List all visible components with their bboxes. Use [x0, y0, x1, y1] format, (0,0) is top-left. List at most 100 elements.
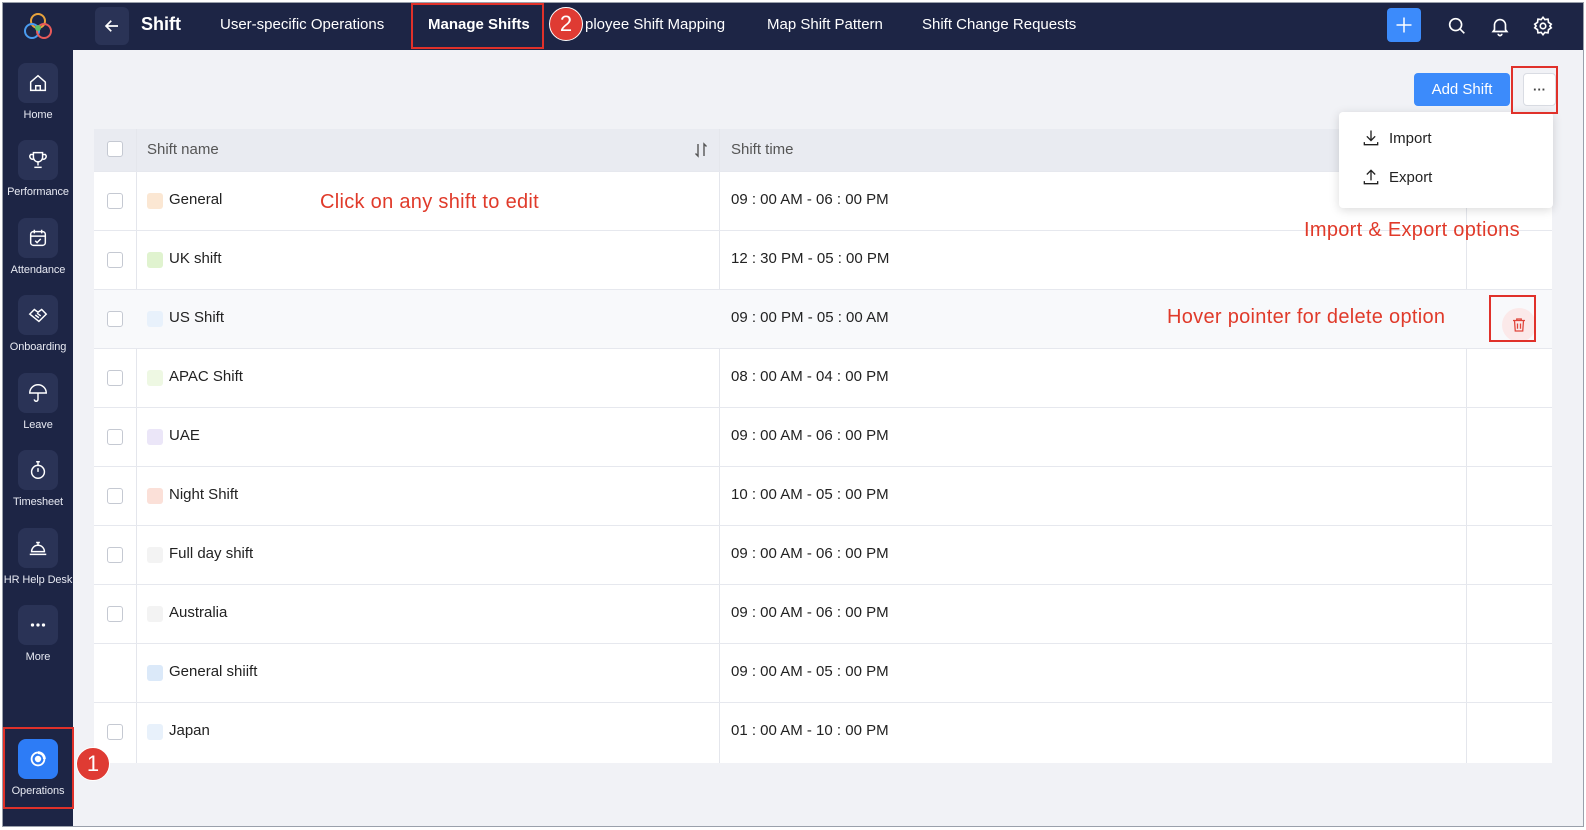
- sidebar-item-label: Timesheet: [12, 496, 64, 508]
- home-icon: [29, 74, 47, 92]
- annotation-delete-note: Hover pointer for delete option: [1167, 306, 1446, 328]
- sidebar-item-label: Performance: [7, 186, 69, 198]
- export-label: Export: [1389, 168, 1433, 186]
- table-row[interactable]: Night Shift 10 : 00 AM - 05 : 00 PM: [94, 466, 1552, 525]
- row-checkbox[interactable]: [107, 429, 123, 445]
- search-icon[interactable]: [1446, 15, 1468, 37]
- row-checkbox[interactable]: [107, 311, 123, 327]
- sidebar-item-hr-help-desk[interactable]: HR Help Desk: [3, 528, 73, 598]
- sidebar-item-timesheet[interactable]: Timesheet: [3, 450, 73, 520]
- sidebar: Home Performance Attendance Onboarding L…: [3, 3, 73, 826]
- sidebar-item-home[interactable]: Home: [3, 63, 73, 133]
- stopwatch-icon: [30, 461, 46, 479]
- table-row[interactable]: Full day shift 09 : 00 AM - 06 : 00 PM: [94, 525, 1552, 584]
- plus-icon: [1396, 17, 1412, 33]
- row-checkbox[interactable]: [107, 193, 123, 209]
- quick-add-button[interactable]: [1387, 8, 1421, 42]
- sidebar-item-label: Onboarding: [9, 341, 67, 353]
- shift-color-swatch: [147, 724, 163, 740]
- shift-name[interactable]: UAE: [169, 427, 200, 444]
- shift-color-swatch: [147, 193, 163, 209]
- table-row[interactable]: APAC Shift 08 : 00 AM - 04 : 00 PM: [94, 348, 1552, 407]
- table-row[interactable]: Japan 01 : 00 AM - 10 : 00 PM: [94, 702, 1552, 761]
- shift-name[interactable]: APAC Shift: [169, 368, 243, 385]
- trophy-icon: [29, 151, 47, 169]
- shift-name[interactable]: Full day shift: [169, 545, 253, 562]
- sidebar-item-attendance[interactable]: Attendance: [3, 218, 73, 288]
- table-row[interactable]: Australia 09 : 00 AM - 06 : 00 PM: [94, 584, 1552, 643]
- shift-time: 10 : 00 AM - 05 : 00 PM: [731, 486, 889, 503]
- download-icon: [1363, 130, 1379, 146]
- annotation-edit-note: Click on any shift to edit: [320, 191, 540, 213]
- shift-time: 09 : 00 AM - 05 : 00 PM: [731, 663, 889, 680]
- highlight-operations: [3, 727, 74, 809]
- sidebar-item-label: Attendance: [10, 264, 66, 276]
- bell-icon[interactable]: [1489, 15, 1511, 37]
- select-all-checkbox[interactable]: [107, 141, 123, 157]
- tab-shift-change-requests[interactable]: Shift Change Requests: [922, 16, 1076, 33]
- tab-map-shift-pattern[interactable]: Map Shift Pattern: [767, 16, 883, 33]
- row-checkbox[interactable]: [107, 488, 123, 504]
- shift-name[interactable]: Night Shift: [169, 486, 238, 503]
- row-checkbox[interactable]: [107, 724, 123, 740]
- page-title: Shift: [141, 14, 181, 34]
- shift-time: 09 : 00 AM - 06 : 00 PM: [731, 604, 889, 621]
- step-badge-1: 1: [76, 747, 110, 781]
- table-row[interactable]: General shiift 09 : 00 AM - 05 : 00 PM: [94, 643, 1552, 702]
- shift-time: 01 : 00 AM - 10 : 00 PM: [731, 722, 889, 739]
- umbrella-icon: [29, 384, 47, 402]
- shift-name[interactable]: Australia: [169, 604, 227, 621]
- shift-time: 09 : 00 PM - 05 : 00 AM: [731, 309, 889, 326]
- column-header-shift-name[interactable]: Shift name: [147, 141, 219, 158]
- sidebar-item-leave[interactable]: Leave: [3, 373, 73, 443]
- row-checkbox[interactable]: [107, 252, 123, 268]
- export-menu-item[interactable]: Export: [1361, 165, 1432, 189]
- sidebar-item-more[interactable]: More: [3, 605, 73, 675]
- shift-color-swatch: [147, 429, 163, 445]
- shift-name[interactable]: General: [169, 191, 222, 208]
- app-window: Home Performance Attendance Onboarding L…: [2, 2, 1584, 827]
- row-checkbox[interactable]: [107, 370, 123, 386]
- shift-color-swatch: [147, 606, 163, 622]
- shift-name[interactable]: Japan: [169, 722, 210, 739]
- app-logo-icon: [24, 13, 52, 39]
- table-header: Shift name Shift time: [94, 129, 1552, 171]
- main-content: Add Shift ··· Shift name Shift time Gene…: [73, 50, 1583, 826]
- shift-name[interactable]: US Shift: [169, 309, 224, 326]
- arrow-left-icon: [104, 20, 118, 32]
- shift-time: 09 : 00 AM - 06 : 00 PM: [731, 191, 889, 208]
- shift-color-swatch: [147, 665, 163, 681]
- row-checkbox[interactable]: [107, 547, 123, 563]
- highlight-delete-button: [1489, 295, 1536, 342]
- shift-color-swatch: [147, 252, 163, 268]
- sidebar-item-label: HR Help Desk: [3, 574, 73, 586]
- tab-user-specific-operations[interactable]: User-specific Operations: [220, 16, 384, 33]
- handshake-icon: [28, 308, 48, 323]
- table-row[interactable]: UAE 09 : 00 AM - 06 : 00 PM: [94, 407, 1552, 466]
- row-checkbox[interactable]: [107, 606, 123, 622]
- shift-time: 08 : 00 AM - 04 : 00 PM: [731, 368, 889, 385]
- sort-icon[interactable]: [693, 142, 709, 158]
- sidebar-item-onboarding[interactable]: Onboarding: [3, 295, 73, 365]
- column-header-shift-time[interactable]: Shift time: [731, 141, 794, 158]
- shift-color-swatch: [147, 370, 163, 386]
- sidebar-item-label: Home: [23, 109, 53, 121]
- top-bar: Shift User-specific Operations Manage Sh…: [73, 3, 1583, 50]
- add-shift-button[interactable]: Add Shift: [1414, 73, 1510, 106]
- shift-name[interactable]: UK shift: [169, 250, 222, 267]
- service-bell-icon: [29, 541, 47, 556]
- shift-color-swatch: [147, 488, 163, 504]
- shift-name[interactable]: General shiift: [169, 663, 257, 680]
- tab-employee-shift-mapping[interactable]: ployee Shift Mapping: [585, 16, 725, 33]
- back-button[interactable]: [95, 7, 129, 45]
- gear-icon[interactable]: [1532, 15, 1554, 37]
- more-dots-icon: [30, 623, 46, 627]
- sidebar-item-performance[interactable]: Performance: [3, 140, 73, 210]
- highlight-more-options: [1511, 66, 1558, 114]
- shift-time: 09 : 00 AM - 06 : 00 PM: [731, 545, 889, 562]
- more-options-menu: Import Export: [1339, 112, 1553, 208]
- import-menu-item[interactable]: Import: [1361, 126, 1432, 150]
- annotation-import-export-note: Import & Export options: [1304, 219, 1520, 241]
- upload-icon: [1363, 169, 1379, 185]
- calendar-check-icon: [29, 229, 47, 247]
